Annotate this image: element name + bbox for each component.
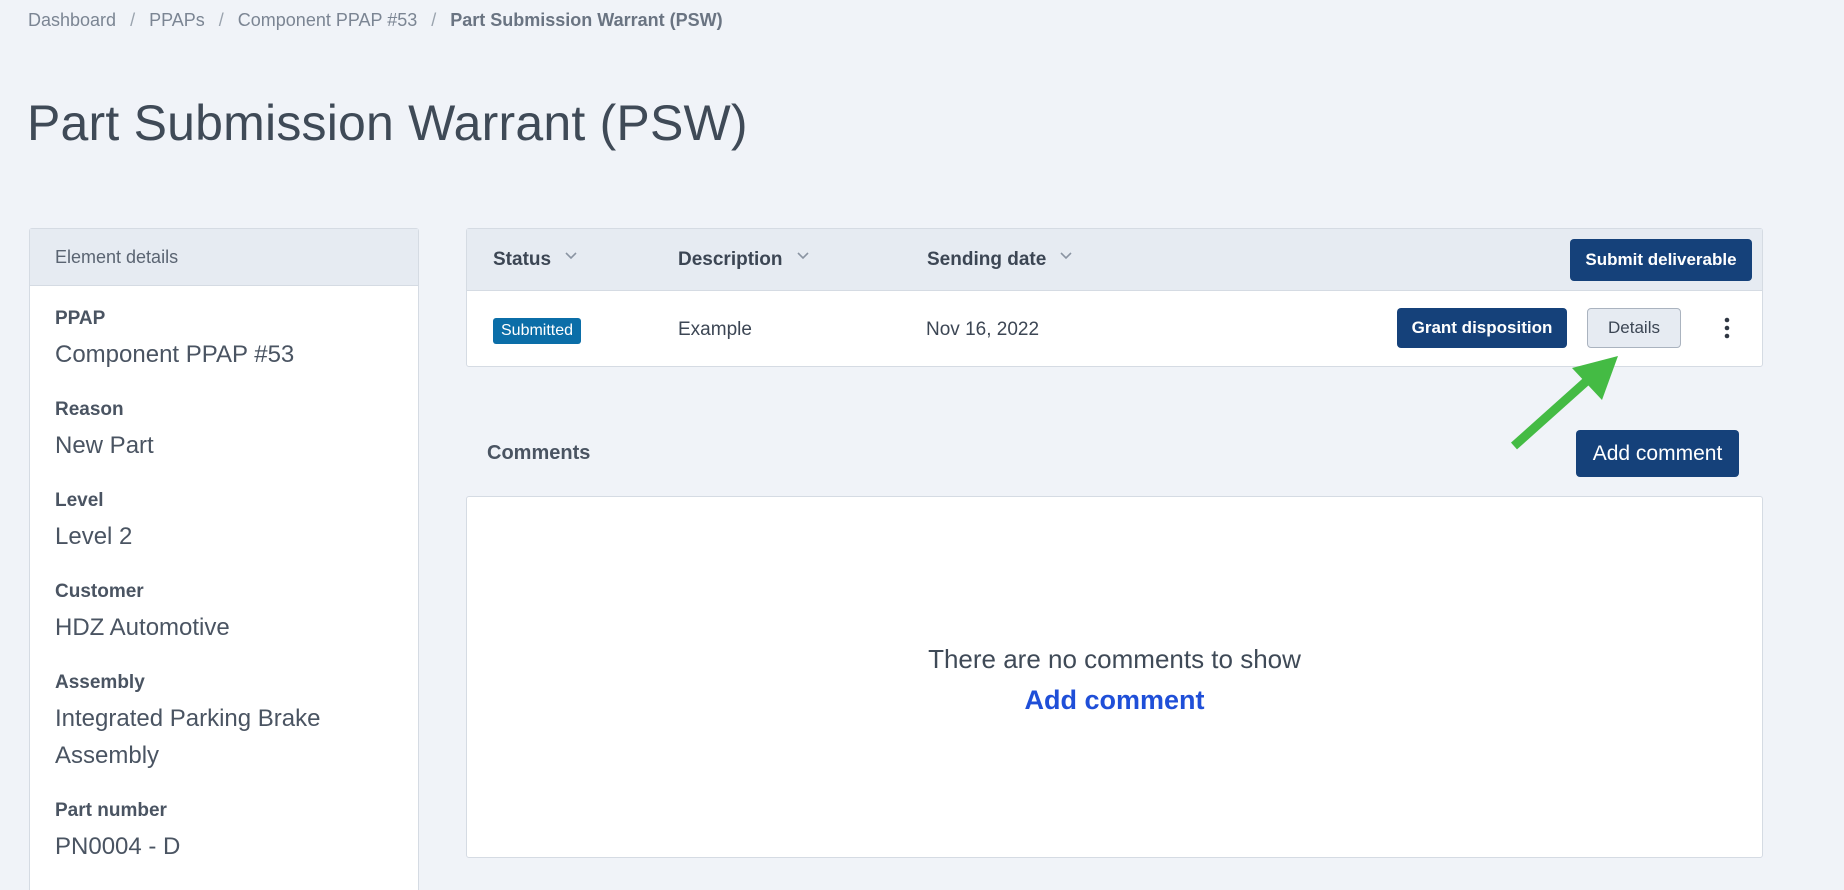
breadcrumb-separator: / [431, 10, 437, 30]
column-header-description[interactable]: Description [678, 249, 809, 271]
column-header-label: Sending date [927, 249, 1047, 270]
chevron-down-icon [796, 252, 809, 262]
submit-deliverable-button[interactable]: Submit deliverable [1570, 239, 1752, 281]
page: Dashboard / PPAPs / Component PPAP #53 /… [0, 0, 1844, 890]
more-options-icon[interactable] [1715, 312, 1739, 344]
field-value: PN0004 - D [55, 833, 181, 860]
field-value: Level 2 [55, 523, 133, 550]
breadcrumb: Dashboard / PPAPs / Component PPAP #53 /… [28, 10, 723, 31]
column-header-label: Status [493, 249, 552, 270]
field-value: Component PPAP #53 [55, 341, 295, 368]
field-part-number: Part number PN0004 - D [55, 800, 393, 865]
field-label: Part number [55, 800, 167, 821]
grant-disposition-button[interactable]: Grant disposition [1397, 308, 1567, 348]
breadcrumb-separator: / [218, 10, 224, 30]
field-label: Assembly [55, 672, 145, 693]
column-header-label: Description [678, 249, 783, 270]
comments-title: Comments [487, 442, 591, 464]
field-customer: Customer HDZ Automotive [55, 581, 393, 646]
table-header: Status Description Sending date Submit d… [467, 229, 1762, 291]
field-value: Integrated Parking Brake Assembly [55, 705, 321, 769]
field-assembly: Assembly Integrated Parking Brake Assemb… [55, 672, 393, 774]
breadcrumb-ppaps[interactable]: PPAPs [149, 10, 205, 31]
field-label: PPAP [55, 308, 106, 329]
chevron-down-icon [565, 252, 577, 262]
element-details-panel: Element details PPAP Component PPAP #53 … [29, 228, 419, 890]
field-value: HDZ Automotive [55, 614, 230, 641]
page-title: Part Submission Warrant (PSW) [27, 95, 748, 151]
field-ppap: PPAP Component PPAP #53 [55, 308, 393, 373]
empty-comments-message: There are no comments to show [928, 644, 1301, 674]
column-header-sending-date[interactable]: Sending date [927, 249, 1072, 271]
field-reason: Reason New Part [55, 399, 393, 464]
status-badge: Submitted [493, 318, 582, 344]
column-header-status[interactable]: Status [493, 249, 577, 271]
field-label: Level [55, 490, 104, 511]
breadcrumb-separator: / [130, 10, 136, 30]
chevron-down-icon [1060, 252, 1072, 262]
element-details-header: Element details [30, 229, 418, 286]
field-value: New Part [55, 432, 154, 459]
breadcrumb-dashboard[interactable]: Dashboard [28, 10, 116, 31]
breadcrumb-component-ppap[interactable]: Component PPAP #53 [238, 10, 417, 31]
breadcrumb-current: Part Submission Warrant (PSW) [450, 10, 723, 30]
field-label: Customer [55, 581, 144, 602]
details-button[interactable]: Details [1587, 308, 1681, 348]
deliverables-table: Status Description Sending date Submit d… [466, 228, 1763, 367]
field-label: Reason [55, 399, 124, 420]
add-comment-button[interactable]: Add comment [1576, 430, 1739, 477]
comments-panel: There are no comments to show Add commen… [466, 496, 1763, 858]
element-details-body: PPAP Component PPAP #53 Reason New Part … [30, 286, 418, 890]
add-comment-link[interactable]: Add comment [1024, 685, 1204, 716]
description-cell: Example [678, 319, 752, 340]
field-level: Level Level 2 [55, 490, 393, 555]
sending-date-cell: Nov 16, 2022 [926, 319, 1040, 340]
